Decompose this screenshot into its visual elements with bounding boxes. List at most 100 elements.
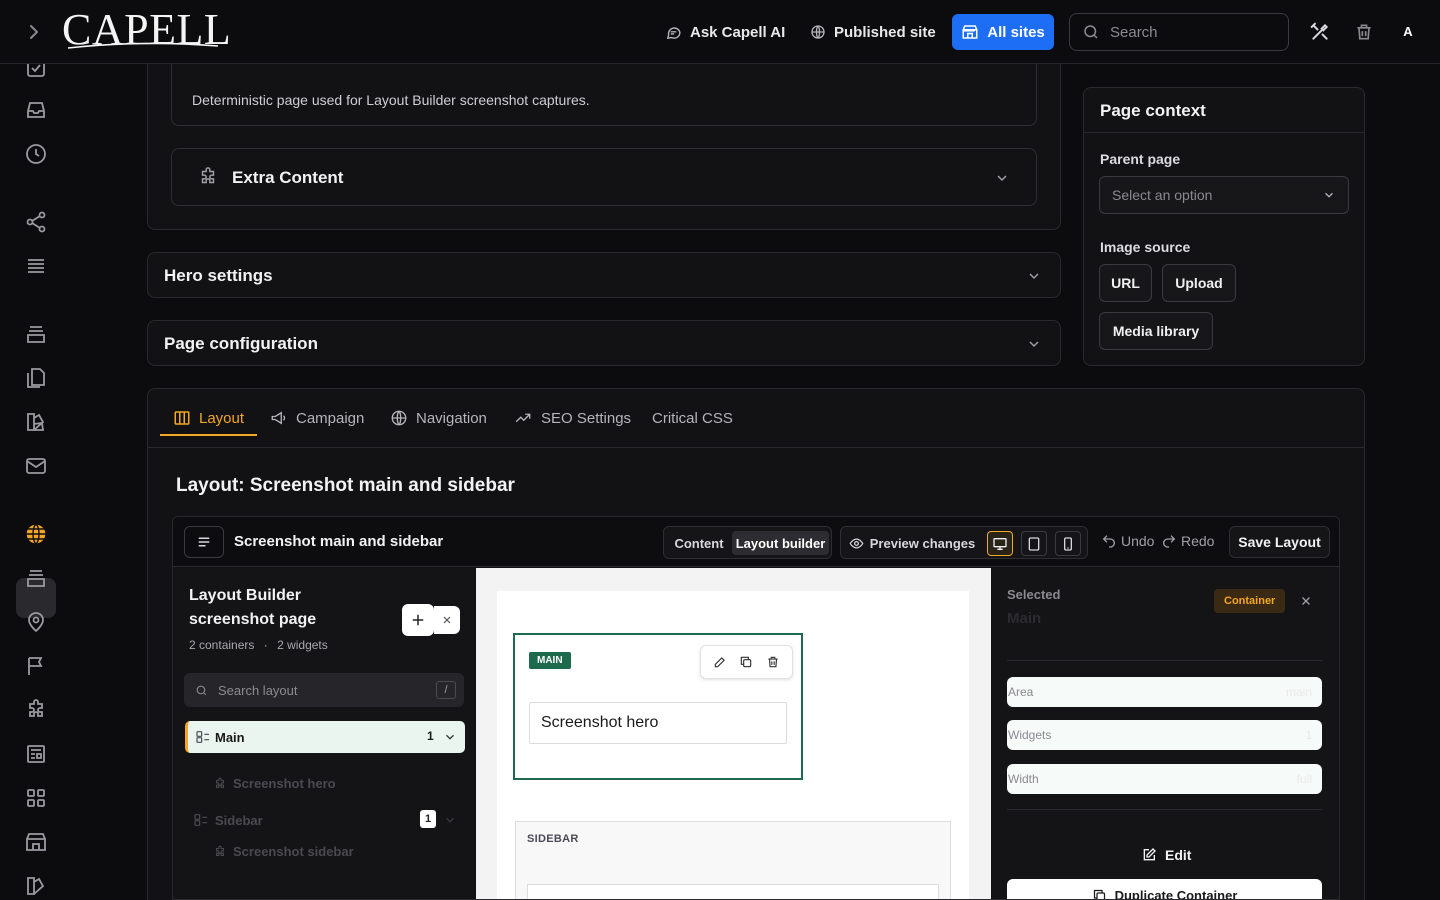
mail-icon[interactable] bbox=[24, 454, 48, 478]
desktop-view-button[interactable] bbox=[987, 531, 1013, 556]
menu-button[interactable] bbox=[184, 526, 224, 558]
upload-button[interactable]: Upload bbox=[1162, 264, 1236, 302]
stack-icon[interactable] bbox=[24, 322, 48, 346]
puzzle-icon[interactable] bbox=[24, 698, 48, 722]
mode-layout-builder-button[interactable]: Layout builder bbox=[732, 531, 829, 555]
tree-item-screenshot-hero[interactable]: Screenshot hero bbox=[213, 776, 336, 791]
flag-icon[interactable] bbox=[24, 654, 48, 678]
published-site-link[interactable]: Published site bbox=[810, 22, 936, 42]
close-icon[interactable] bbox=[1299, 594, 1313, 608]
duplicate-container-button[interactable]: Duplicate Container bbox=[1007, 879, 1322, 899]
tab-seo-settings[interactable]: SEO Settings bbox=[513, 408, 631, 428]
media-library-button[interactable]: Media library bbox=[1099, 312, 1213, 350]
page-configuration-title: Page configuration bbox=[164, 334, 318, 353]
save-layout-button[interactable]: Save Layout bbox=[1229, 526, 1330, 558]
grid-icon[interactable] bbox=[24, 786, 48, 810]
eye-icon bbox=[849, 537, 864, 549]
documents-icon[interactable] bbox=[24, 366, 48, 390]
layers-icon[interactable] bbox=[24, 566, 48, 590]
hero-settings-section[interactable] bbox=[147, 252, 1061, 298]
redo-button[interactable]: Redo bbox=[1161, 533, 1214, 549]
tree-item-screenshot-hero-label: Screenshot hero bbox=[233, 776, 336, 791]
tab-navigation[interactable]: Navigation bbox=[390, 408, 487, 428]
chat-icon bbox=[666, 26, 681, 39]
builder-title: Screenshot main and sidebar bbox=[234, 533, 444, 550]
ask-ai-link[interactable]: Ask Capell AI bbox=[665, 22, 785, 42]
layout-heading: Layout: Screenshot main and sidebar bbox=[176, 475, 515, 496]
screenshot-hero-widget[interactable]: Screenshot hero bbox=[529, 702, 787, 744]
mobile-view-button[interactable] bbox=[1055, 531, 1081, 556]
list-icon[interactable] bbox=[24, 254, 48, 278]
container-icon bbox=[194, 814, 207, 826]
trash-icon[interactable] bbox=[766, 655, 780, 669]
layout-search-input[interactable]: Search layout / bbox=[184, 673, 464, 707]
tree-item-screenshot-sidebar[interactable]: Screenshot sidebar bbox=[213, 844, 354, 859]
chevron-down-icon[interactable] bbox=[443, 813, 457, 827]
tree-item-sidebar[interactable]: Sidebar bbox=[193, 812, 263, 828]
all-sites-button[interactable]: All sites bbox=[952, 14, 1054, 50]
chevron-down-icon[interactable] bbox=[1026, 268, 1042, 284]
sidebar-container-tag: SIDEBAR bbox=[527, 833, 579, 845]
palette-icon[interactable] bbox=[24, 410, 48, 434]
search-input[interactable]: Search bbox=[1069, 13, 1289, 51]
layout-builder: Screenshot main and sidebar Content Layo… bbox=[172, 516, 1340, 900]
tab-critical-css[interactable]: Critical CSS bbox=[652, 408, 733, 428]
copy-icon bbox=[1093, 889, 1105, 899]
main-container[interactable]: MAIN Screenshot hero bbox=[513, 633, 803, 780]
close-icon bbox=[443, 616, 451, 624]
menu-icon bbox=[198, 537, 210, 547]
meta-separator: · bbox=[263, 638, 268, 652]
undo-button[interactable]: Undo bbox=[1101, 533, 1154, 549]
puzzle-icon bbox=[197, 166, 219, 188]
containers-count: 2 containers bbox=[189, 638, 255, 652]
preview-group: Preview changes bbox=[840, 526, 1088, 559]
preview-changes-button[interactable]: Preview changes bbox=[847, 531, 977, 555]
tab-campaign-label: Campaign bbox=[296, 409, 365, 427]
store-icon bbox=[962, 25, 978, 39]
storefront-icon[interactable] bbox=[24, 830, 48, 854]
chevron-down-icon[interactable] bbox=[1026, 336, 1042, 352]
tablet-view-button[interactable] bbox=[1021, 531, 1047, 556]
globe-active-icon[interactable] bbox=[24, 522, 48, 546]
search-placeholder: Search bbox=[1110, 23, 1158, 41]
layout-search-placeholder: Search layout bbox=[218, 682, 298, 698]
builder-canvas: MAIN Screenshot hero SIDEBAR bbox=[476, 568, 991, 899]
share-icon[interactable] bbox=[24, 210, 48, 234]
copy-icon[interactable] bbox=[739, 655, 753, 669]
chevron-down-icon[interactable] bbox=[994, 170, 1010, 186]
close-panel-button[interactable] bbox=[434, 606, 460, 634]
screenshot-sidebar-widget[interactable] bbox=[527, 884, 939, 899]
edit-button[interactable]: Edit bbox=[1141, 847, 1191, 863]
clock-icon[interactable] bbox=[24, 142, 48, 166]
inbox-icon[interactable] bbox=[24, 98, 48, 122]
parent-page-placeholder: Select an option bbox=[1112, 187, 1213, 203]
sidebar-container[interactable]: SIDEBAR bbox=[515, 821, 951, 899]
brush-icon[interactable] bbox=[24, 874, 48, 898]
url-button[interactable]: URL bbox=[1099, 264, 1152, 302]
tree-item-screenshot-sidebar-label: Screenshot sidebar bbox=[233, 844, 354, 859]
expand-sidebar-icon[interactable] bbox=[22, 20, 46, 44]
container-badge: Container bbox=[1214, 589, 1286, 613]
location-pin-icon[interactable] bbox=[24, 610, 48, 634]
tree-item-main[interactable]: Main 1 bbox=[185, 721, 465, 753]
add-container-button[interactable] bbox=[402, 604, 434, 636]
mode-content-button[interactable]: Content bbox=[668, 531, 730, 555]
pencil-icon[interactable] bbox=[713, 655, 727, 669]
tab-campaign[interactable]: Campaign bbox=[270, 408, 364, 428]
layout-meta: 2 containers · 2 widgets bbox=[189, 638, 328, 652]
ask-ai-label: Ask Capell AI bbox=[690, 23, 786, 41]
tree-item-main-label: Main bbox=[215, 729, 245, 745]
user-avatar[interactable]: A bbox=[1398, 22, 1418, 42]
mobile-icon bbox=[1064, 536, 1072, 551]
newspaper-icon[interactable] bbox=[24, 742, 48, 766]
logo-swoosh-icon bbox=[67, 42, 219, 49]
page-context-title: Page context bbox=[1100, 101, 1206, 120]
extra-content-title: Extra Content bbox=[232, 168, 344, 187]
tools-icon[interactable] bbox=[1310, 22, 1330, 42]
tab-layout[interactable]: Layout bbox=[173, 408, 244, 428]
parent-page-select[interactable]: Select an option bbox=[1099, 176, 1349, 214]
active-tab-indicator bbox=[160, 434, 257, 436]
divider bbox=[1084, 132, 1364, 133]
trash-icon[interactable] bbox=[1354, 22, 1374, 42]
description-text: Deterministic page used for Layout Build… bbox=[192, 92, 590, 108]
